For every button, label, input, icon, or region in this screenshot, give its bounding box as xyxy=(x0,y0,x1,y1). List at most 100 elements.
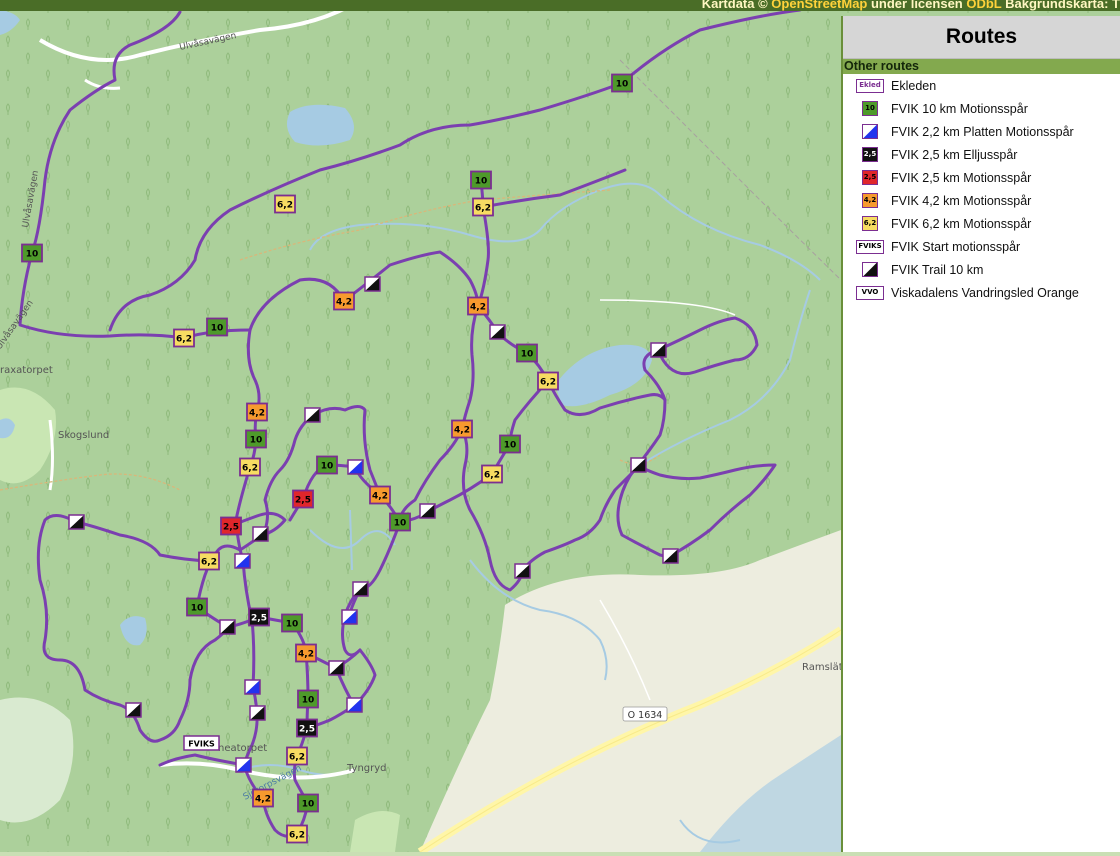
route-marker-10[interactable]: 10 xyxy=(245,429,267,449)
route-badge: 2,5 xyxy=(862,147,878,162)
route-marker-6-2[interactable]: 6,2 xyxy=(173,328,195,348)
route-symbol-icon: VVO xyxy=(856,285,884,300)
trail-10km-marker[interactable] xyxy=(219,619,236,635)
other-routes-header: Other routes xyxy=(843,59,1120,74)
trail-10km-marker[interactable] xyxy=(489,324,506,340)
route-marker-6-2[interactable]: 6,2 xyxy=(286,824,308,844)
trail-10km-marker[interactable] xyxy=(662,548,679,564)
route-marker-10[interactable]: 10 xyxy=(470,170,492,190)
trail-10km-marker[interactable] xyxy=(364,276,381,292)
route-marker-10[interactable]: 10 xyxy=(316,455,338,475)
route-marker-label: 10 xyxy=(504,441,517,451)
osm-link[interactable]: OpenStreetMap xyxy=(771,0,867,11)
route-marker-2-5[interactable]: 2,5 xyxy=(248,607,270,627)
fviks-start-marker[interactable]: FVIKS xyxy=(183,735,220,751)
platten-marker[interactable] xyxy=(347,459,364,475)
route-symbol-icon: 2,5 xyxy=(856,147,884,162)
trail-10km-marker[interactable] xyxy=(650,342,667,358)
route-marker-2-5[interactable]: 2,5 xyxy=(292,489,314,509)
route-item[interactable]: Ekled Ekleden xyxy=(843,74,1120,97)
platten-marker[interactable] xyxy=(244,679,261,695)
route-badge xyxy=(862,124,878,139)
route-symbol-icon: 4,2 xyxy=(856,193,884,208)
route-marker-4-2[interactable]: 4,2 xyxy=(467,296,489,316)
route-item[interactable]: FVIKS FVIK Start motionsspår xyxy=(843,235,1120,258)
route-marker-label: 4,2 xyxy=(470,303,486,313)
route-marker-10[interactable]: 10 xyxy=(186,597,208,617)
route-marker-label: 2,5 xyxy=(295,496,311,506)
route-marker-label: 10 xyxy=(26,250,39,260)
route-marker-label: 6,2 xyxy=(484,471,500,481)
route-marker-label: 6,2 xyxy=(176,335,192,345)
route-marker-6-2[interactable]: 6,2 xyxy=(274,194,296,214)
route-marker-10[interactable]: 10 xyxy=(499,434,521,454)
routes-panel-title: Routes xyxy=(945,25,1018,48)
route-marker-10[interactable]: 10 xyxy=(206,317,228,337)
route-item[interactable]: 4,2 FVIK 4,2 km Motionsspår xyxy=(843,189,1120,212)
route-marker-4-2[interactable]: 4,2 xyxy=(333,291,355,311)
route-marker-6-2[interactable]: 6,2 xyxy=(472,197,494,217)
route-marker-6-2[interactable]: 6,2 xyxy=(537,371,559,391)
route-marker-10[interactable]: 10 xyxy=(21,243,43,263)
route-marker-label: 4,2 xyxy=(336,298,352,308)
route-marker-label: 6,2 xyxy=(201,558,217,568)
route-marker-label: 10 xyxy=(321,462,334,472)
route-list: Ekled Ekleden 10 FVIK 10 km Motionsspår FVIK… xyxy=(843,74,1120,304)
route-symbol-icon xyxy=(856,124,884,139)
trail-10km-marker[interactable] xyxy=(630,457,647,473)
trail-10km-marker[interactable] xyxy=(68,514,85,530)
platten-marker[interactable] xyxy=(346,697,363,713)
route-marker-label: 6,2 xyxy=(540,378,556,388)
route-marker-6-2[interactable]: 6,2 xyxy=(198,551,220,571)
route-item[interactable]: FVIK Trail 10 km xyxy=(843,258,1120,281)
fviks-start-label: FVIKS xyxy=(188,740,215,749)
place-label-skogslund: Skogslund xyxy=(58,430,109,441)
trail-10km-marker[interactable] xyxy=(514,563,531,579)
route-item[interactable]: 2,5 FVIK 2,5 km Elljusspår xyxy=(843,143,1120,166)
platten-marker[interactable] xyxy=(235,757,252,773)
route-marker-4-2[interactable]: 4,2 xyxy=(252,788,274,808)
route-marker-2-5[interactable]: 2,5 xyxy=(296,718,318,738)
trail-10km-marker[interactable] xyxy=(252,526,269,542)
route-marker-4-2[interactable]: 4,2 xyxy=(369,485,391,505)
route-item[interactable]: FVIK 2,2 km Platten Motionsspår xyxy=(843,120,1120,143)
route-marker-6-2[interactable]: 6,2 xyxy=(481,464,503,484)
route-marker-6-2[interactable]: 6,2 xyxy=(239,457,261,477)
trail-10km-marker[interactable] xyxy=(125,702,142,718)
route-symbol-icon: Ekled xyxy=(856,78,884,93)
route-marker-10[interactable]: 10 xyxy=(297,689,319,709)
route-marker-10[interactable]: 10 xyxy=(281,613,303,633)
route-marker-label: 4,2 xyxy=(454,426,470,436)
route-marker-6-2[interactable]: 6,2 xyxy=(286,746,308,766)
route-marker-label: 4,2 xyxy=(298,650,314,660)
attribution-middle: under licensen xyxy=(867,0,967,11)
route-marker-4-2[interactable]: 4,2 xyxy=(246,402,268,422)
route-item[interactable]: 2,5 FVIK 2,5 km Motionsspår xyxy=(843,166,1120,189)
route-marker-label: 6,2 xyxy=(289,753,305,763)
route-item[interactable]: VVO Viskadalens Vandringsled Orange xyxy=(843,281,1120,304)
place-label-neatorpet: neatorpet xyxy=(218,743,267,754)
route-item[interactable]: 6,2 FVIK 6,2 km Motionsspår xyxy=(843,212,1120,235)
platten-marker[interactable] xyxy=(341,609,358,625)
platten-marker[interactable] xyxy=(234,553,251,569)
route-item[interactable]: 10 FVIK 10 km Motionsspår xyxy=(843,97,1120,120)
route-marker-4-2[interactable]: 4,2 xyxy=(451,419,473,439)
odbl-link[interactable]: ODbL xyxy=(966,0,1001,11)
route-name: FVIK 2,5 km Motionsspår xyxy=(891,170,1032,185)
route-badge: FVIKS xyxy=(856,239,884,254)
route-marker-10[interactable]: 10 xyxy=(297,793,319,813)
road-shield-o1634: O 1634 xyxy=(622,706,668,722)
route-marker-10[interactable]: 10 xyxy=(516,343,538,363)
route-marker-10[interactable]: 10 xyxy=(389,512,411,532)
route-marker-label: 6,2 xyxy=(289,831,305,841)
trail-10km-marker[interactable] xyxy=(328,660,345,676)
route-marker-10[interactable]: 10 xyxy=(611,73,633,93)
route-symbol-icon: 6,2 xyxy=(856,216,884,231)
trail-10km-marker[interactable] xyxy=(304,407,321,423)
trail-10km-marker[interactable] xyxy=(419,503,436,519)
route-marker-2-5[interactable]: 2,5 xyxy=(220,516,242,536)
trail-10km-marker[interactable] xyxy=(249,705,266,721)
route-marker-label: 10 xyxy=(521,350,534,360)
route-marker-4-2[interactable]: 4,2 xyxy=(295,643,317,663)
trail-10km-marker[interactable] xyxy=(352,581,369,597)
